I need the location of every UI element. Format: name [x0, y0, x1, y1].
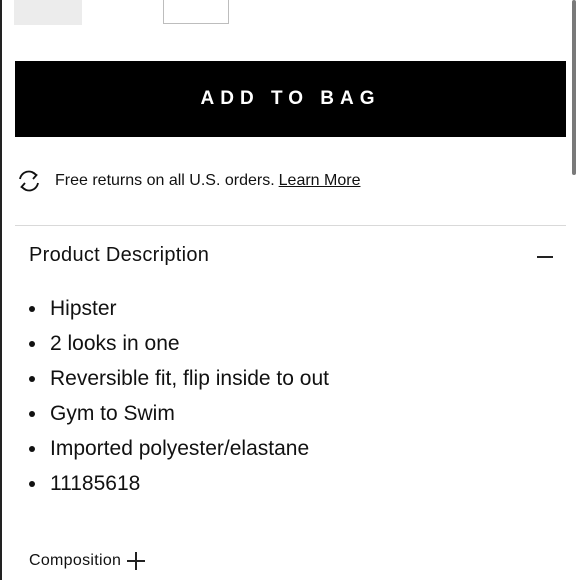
- list-item: 2 looks in one: [28, 327, 329, 362]
- list-item: Imported polyester/elastane: [28, 432, 329, 467]
- product-detail-page: ADD TO BAG Free returns on all U.S. orde…: [0, 0, 580, 580]
- composition-toggle[interactable]: Composition: [29, 552, 146, 570]
- color-swatch[interactable]: [14, 0, 82, 25]
- list-item: 11185618: [28, 467, 329, 502]
- bullet-icon: [29, 411, 35, 417]
- product-description-list: Hipster 2 looks in one Reversible fit, f…: [28, 292, 329, 502]
- minus-icon[interactable]: [537, 256, 553, 258]
- section-divider: [15, 225, 566, 226]
- bullet-icon: [29, 481, 35, 487]
- refresh-arrows-icon: [15, 167, 43, 195]
- bullet-icon: [29, 376, 35, 382]
- list-item-text: Reversible fit, flip inside to out: [50, 367, 329, 390]
- list-item-text: 2 looks in one: [50, 332, 180, 355]
- size-option[interactable]: [163, 0, 229, 24]
- free-returns-notice: Free returns on all U.S. orders. Learn M…: [15, 164, 360, 198]
- list-item-text: Imported polyester/elastane: [50, 437, 310, 460]
- bullet-icon: [29, 341, 35, 347]
- list-item: Hipster: [28, 292, 329, 327]
- product-description-heading[interactable]: Product Description: [29, 244, 209, 267]
- plus-icon[interactable]: [127, 552, 146, 570]
- composition-label: Composition: [29, 552, 122, 569]
- bullet-icon: [29, 446, 35, 452]
- learn-more-link[interactable]: Learn More: [279, 172, 361, 190]
- free-returns-text: Free returns on all U.S. orders.: [55, 172, 275, 189]
- list-item: Reversible fit, flip inside to out: [28, 362, 329, 397]
- list-item: Gym to Swim: [28, 397, 329, 432]
- list-item-text: Gym to Swim: [50, 402, 175, 425]
- add-to-bag-button[interactable]: ADD TO BAG: [15, 61, 566, 137]
- list-item-text: 11185618: [50, 472, 141, 495]
- list-item-text: Hipster: [50, 297, 117, 320]
- bullet-icon: [29, 306, 35, 312]
- window-edge: [0, 0, 2, 580]
- scrollbar[interactable]: [572, 0, 576, 175]
